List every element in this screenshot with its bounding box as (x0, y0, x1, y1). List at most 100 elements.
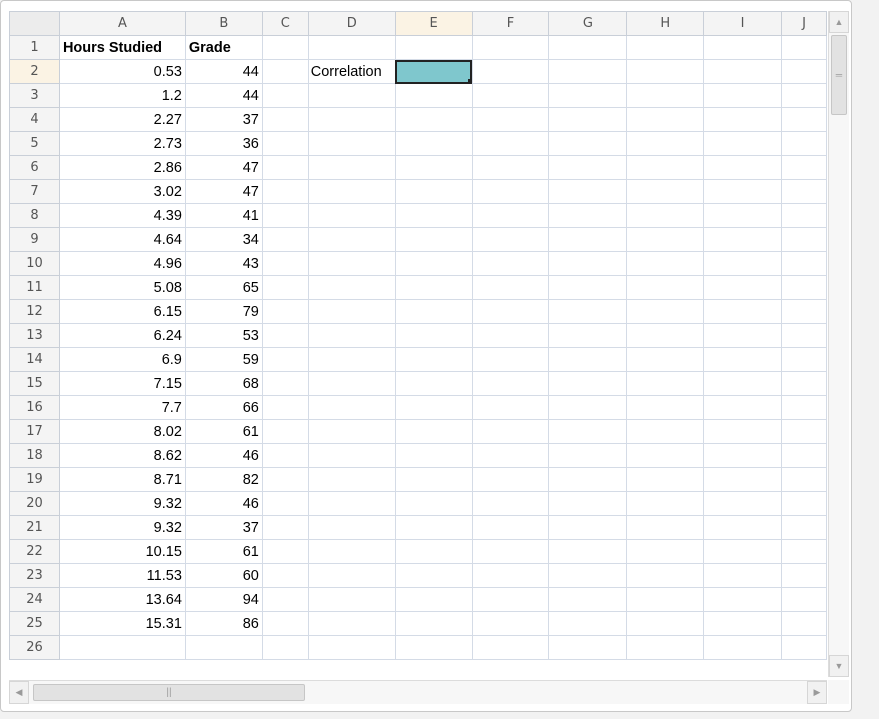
cell[interactable] (394, 347, 473, 372)
cell[interactable] (307, 467, 396, 492)
column-header-j[interactable]: J (781, 11, 827, 36)
cell[interactable] (307, 539, 396, 564)
hours-cell[interactable]: 6.15 (58, 299, 186, 324)
cell[interactable] (307, 155, 396, 180)
grade-cell[interactable]: 47 (184, 179, 263, 204)
cell[interactable] (307, 227, 396, 252)
correlation-value-cell[interactable] (394, 59, 473, 84)
cell[interactable] (261, 83, 309, 108)
cell[interactable] (394, 563, 473, 588)
hours-cell[interactable]: 1.2 (58, 83, 186, 108)
cell[interactable] (548, 83, 628, 108)
grade-cell[interactable]: 34 (184, 227, 263, 252)
cell[interactable] (548, 299, 628, 324)
cell[interactable] (781, 323, 827, 348)
cell[interactable] (781, 251, 827, 276)
cell[interactable] (261, 635, 309, 660)
cell[interactable] (626, 227, 705, 252)
cell[interactable] (548, 107, 628, 132)
hours-cell[interactable]: 8.71 (58, 467, 186, 492)
cell[interactable] (471, 35, 550, 60)
cell[interactable] (781, 443, 827, 468)
cell[interactable] (781, 299, 827, 324)
cell[interactable] (307, 371, 396, 396)
cell[interactable] (703, 491, 782, 516)
cell[interactable] (703, 251, 782, 276)
cell[interactable] (471, 443, 550, 468)
cell[interactable] (307, 107, 396, 132)
row-header[interactable]: 3 (9, 83, 60, 108)
cell[interactable] (261, 587, 309, 612)
hours-cell[interactable]: 9.32 (58, 491, 186, 516)
hours-cell[interactable]: 8.62 (58, 443, 186, 468)
cell[interactable] (394, 35, 473, 60)
cell[interactable] (261, 59, 309, 84)
scroll-up-button[interactable]: ▲ (829, 11, 849, 33)
select-all-corner[interactable] (9, 11, 60, 36)
hours-cell[interactable]: 2.73 (58, 131, 186, 156)
cell[interactable] (261, 347, 309, 372)
hours-cell[interactable]: 0.53 (58, 59, 186, 84)
cell[interactable] (261, 491, 309, 516)
row-header[interactable]: 2 (9, 59, 60, 84)
column-header-i[interactable]: I (703, 11, 782, 36)
cell[interactable] (307, 131, 396, 156)
cell[interactable] (703, 395, 782, 420)
row-header[interactable]: 19 (9, 467, 60, 492)
cell[interactable] (781, 371, 827, 396)
cell[interactable] (307, 179, 396, 204)
grade-cell[interactable]: 44 (184, 83, 263, 108)
cell[interactable] (471, 227, 550, 252)
cell[interactable] (781, 203, 827, 228)
cell[interactable] (471, 635, 550, 660)
cell[interactable] (394, 611, 473, 636)
cell[interactable] (626, 347, 705, 372)
cell[interactable] (261, 563, 309, 588)
row-header[interactable]: 25 (9, 611, 60, 636)
cell[interactable] (307, 395, 396, 420)
column-header-f[interactable]: F (471, 11, 550, 36)
cell[interactable] (307, 491, 396, 516)
cell[interactable] (471, 563, 550, 588)
grade-cell[interactable]: 46 (184, 491, 263, 516)
grade-cell[interactable]: 79 (184, 299, 263, 324)
cell[interactable] (471, 395, 550, 420)
cell[interactable] (394, 371, 473, 396)
scroll-right-button[interactable]: ▶ (807, 681, 827, 704)
column-header-h[interactable]: H (626, 11, 705, 36)
cell[interactable] (781, 587, 827, 612)
hours-cell[interactable]: 8.02 (58, 419, 186, 444)
cell[interactable] (548, 59, 628, 84)
cell[interactable] (626, 275, 705, 300)
cell[interactable] (261, 611, 309, 636)
cell[interactable] (626, 611, 705, 636)
horizontal-scrollbar[interactable]: ◀ || ▶ (9, 680, 827, 704)
grade-cell[interactable]: 61 (184, 539, 263, 564)
row-header[interactable]: 6 (9, 155, 60, 180)
cell[interactable] (394, 515, 473, 540)
cell[interactable] (471, 203, 550, 228)
fill-handle[interactable] (467, 79, 472, 83)
grade-cell[interactable]: 61 (184, 419, 263, 444)
cell[interactable] (703, 107, 782, 132)
cell[interactable] (307, 635, 396, 660)
row-header[interactable]: 9 (9, 227, 60, 252)
cell[interactable] (703, 563, 782, 588)
cell[interactable] (394, 299, 473, 324)
column-header-e[interactable]: E (394, 11, 473, 36)
cell[interactable] (781, 347, 827, 372)
hours-cell[interactable]: 5.08 (58, 275, 186, 300)
cell[interactable] (58, 635, 186, 660)
cell[interactable] (471, 539, 550, 564)
cell[interactable] (781, 467, 827, 492)
cell[interactable] (307, 35, 396, 60)
grade-cell[interactable]: 94 (184, 587, 263, 612)
cell[interactable] (471, 611, 550, 636)
cell[interactable] (471, 275, 550, 300)
cell[interactable] (471, 299, 550, 324)
cell[interactable] (394, 323, 473, 348)
cell[interactable] (703, 323, 782, 348)
cell[interactable] (261, 179, 309, 204)
header-cell-hours-studied[interactable]: Hours Studied (58, 35, 186, 60)
cell[interactable] (394, 395, 473, 420)
